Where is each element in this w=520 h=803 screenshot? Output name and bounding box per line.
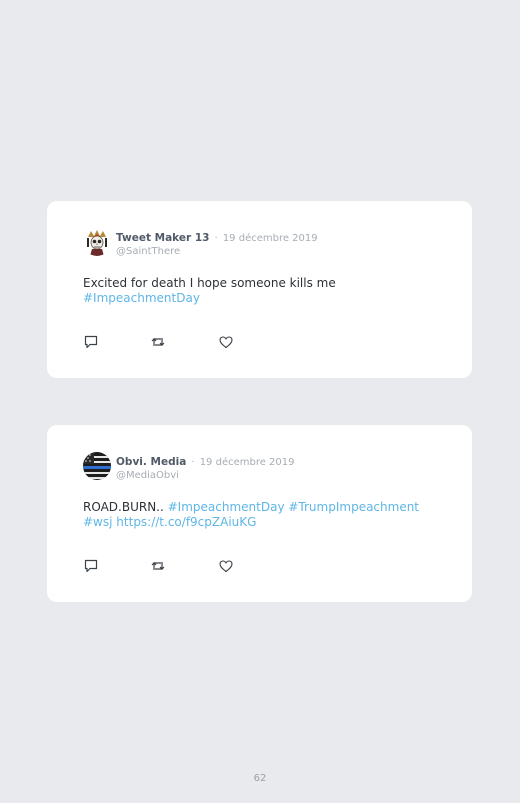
hashtag-link[interactable]: #TrumpImpeachment — [288, 500, 419, 514]
tweet-card: Tweet Maker 13 · 19 décembre 2019 @Saint… — [47, 201, 472, 378]
separator-dot: · — [191, 457, 195, 468]
reply-icon[interactable] — [83, 558, 99, 574]
reply-icon[interactable] — [83, 334, 99, 350]
tweet-date[interactable]: 19 décembre 2019 — [223, 233, 318, 244]
tweet-body: Excited for death I hope someone kills m… — [83, 276, 336, 290]
hashtag-link[interactable]: #wsj — [83, 515, 112, 529]
url-link[interactable]: https://t.co/f9cpZAiuKG — [116, 515, 256, 529]
page-number: 62 — [253, 773, 267, 784]
author-name[interactable]: Obvi. Media — [116, 456, 186, 468]
heart-icon[interactable] — [218, 558, 234, 574]
flag-avatar-icon[interactable] — [83, 452, 111, 480]
tweet-text: ROAD.BURN.. #ImpeachmentDay #TrumpImpeac… — [83, 500, 433, 530]
tweet-text: Excited for death I hope someone kills m… — [83, 276, 433, 306]
tweet-body: ROAD.BURN.. — [83, 500, 164, 514]
author-name[interactable]: Tweet Maker 13 — [116, 232, 209, 244]
separator-dot: · — [214, 233, 218, 244]
author-handle[interactable]: @MediaObvi — [116, 469, 295, 482]
retweet-icon[interactable] — [150, 334, 166, 350]
tweet-header: Tweet Maker 13 · 19 décembre 2019 @Saint… — [116, 229, 318, 258]
author-handle[interactable]: @SaintThere — [116, 245, 318, 258]
tweet-date[interactable]: 19 décembre 2019 — [200, 457, 295, 468]
tweet-header: Obvi. Media · 19 décembre 2019 @MediaObv… — [116, 453, 295, 482]
hashtag-link[interactable]: #ImpeachmentDay — [83, 291, 200, 305]
retweet-icon[interactable] — [150, 558, 166, 574]
tweet-card: Obvi. Media · 19 décembre 2019 @MediaObv… — [47, 425, 472, 602]
skull-avatar-icon[interactable] — [83, 228, 111, 256]
heart-icon[interactable] — [218, 334, 234, 350]
hashtag-link[interactable]: #ImpeachmentDay — [168, 500, 285, 514]
